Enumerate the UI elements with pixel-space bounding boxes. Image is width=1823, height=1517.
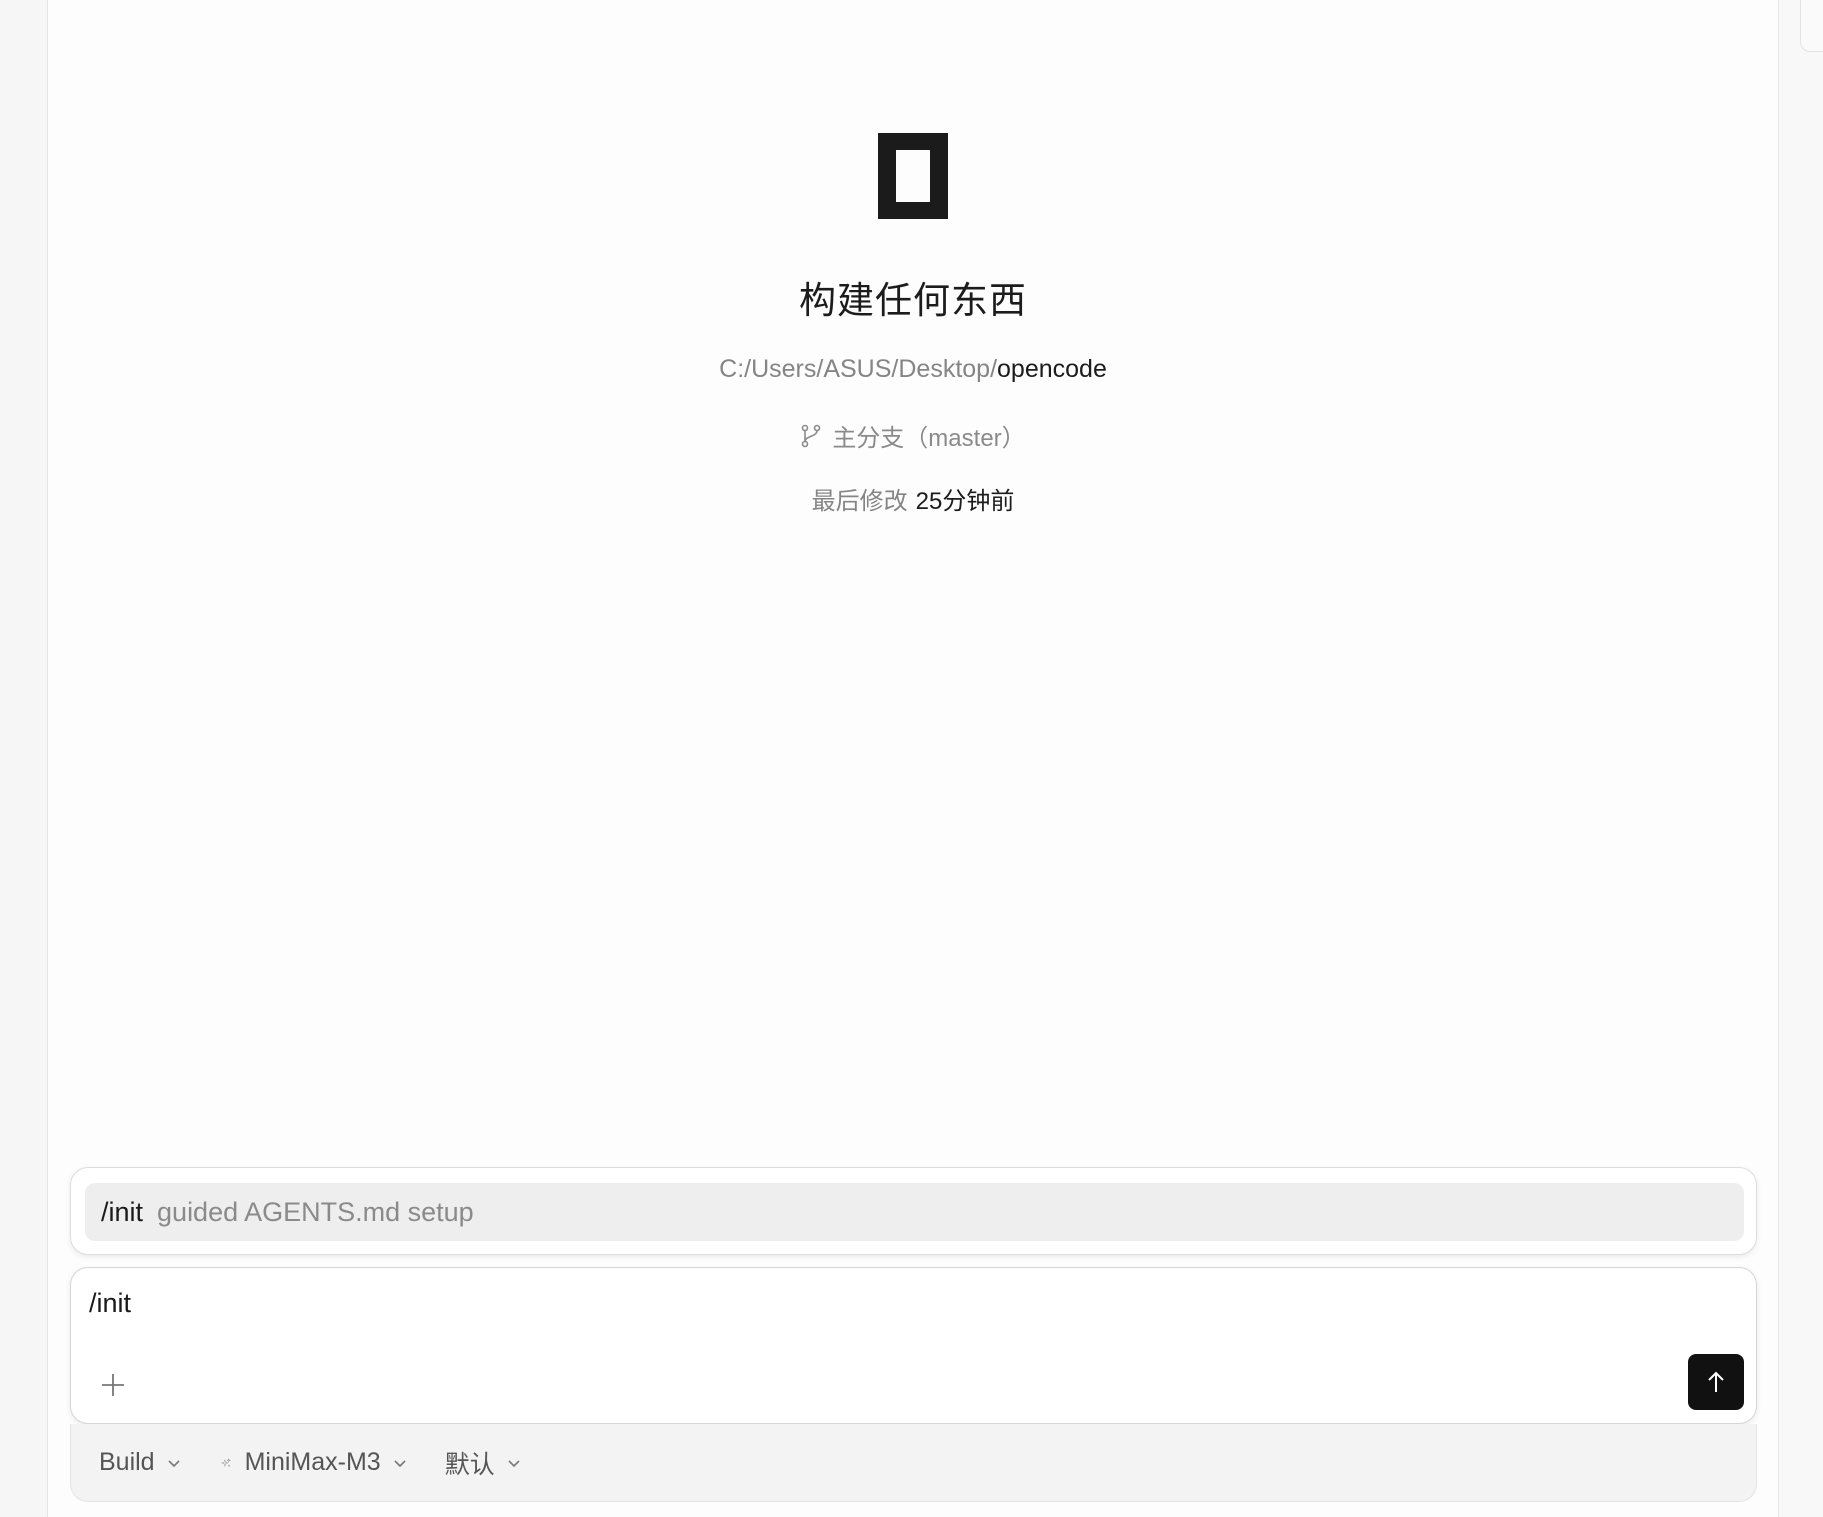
path-project: opencode	[997, 355, 1107, 383]
prompt-composer[interactable]: /init	[70, 1267, 1757, 1424]
model-label: MiniMax-M3	[244, 1448, 381, 1476]
last-modified: 最后修改 25分钟前	[48, 481, 1778, 516]
model-selector[interactable]: MiniMax-M3	[219, 1448, 407, 1477]
variant-label: 默认	[444, 1450, 495, 1479]
plus-icon	[102, 1374, 124, 1396]
opencode-logo	[878, 133, 948, 219]
suggestion-command: /init	[101, 1196, 144, 1227]
suggestion-description: guided AGENTS.md setup	[157, 1196, 474, 1227]
chevron-down-icon	[508, 1459, 520, 1467]
modified-value: 25分钟前	[915, 488, 1015, 515]
agent-selector[interactable]: Build	[99, 1448, 181, 1477]
project-path: C:/Users/ASUS/Desktop/opencode	[48, 355, 1778, 384]
logo-inner	[896, 150, 930, 202]
variant-selector[interactable]: 默认	[445, 1445, 521, 1481]
sparkle-icon	[220, 1457, 231, 1467]
chevron-down-icon	[168, 1459, 180, 1467]
branch-label: 主分支（master）	[832, 425, 1026, 452]
add-attachment-button[interactable]	[96, 1368, 130, 1402]
arrow-up-icon	[1708, 1371, 1724, 1392]
path-prefix: C:/Users/ASUS/Desktop/	[719, 355, 998, 383]
branch-info: 主分支（master）	[48, 418, 1778, 453]
command-suggestions: /init guided AGENTS.md setup	[70, 1167, 1757, 1255]
chevron-down-icon	[394, 1459, 406, 1467]
git-branch-icon	[802, 424, 821, 447]
left-sidebar	[0, 0, 48, 1517]
prompt-input[interactable]: /init	[89, 1288, 131, 1319]
suggestion-item-init[interactable]: /init guided AGENTS.md setup	[85, 1183, 1744, 1241]
page-title: 构建任何东西	[799, 280, 1027, 321]
agent-label: Build	[99, 1448, 155, 1476]
composer-toolbar: Build MiniMax-M3 默认	[70, 1424, 1757, 1502]
modified-label: 最后修改	[811, 488, 908, 515]
right-panel-tab[interactable]	[1800, 0, 1823, 52]
right-sidebar	[1778, 0, 1823, 1517]
send-button[interactable]	[1688, 1354, 1744, 1410]
